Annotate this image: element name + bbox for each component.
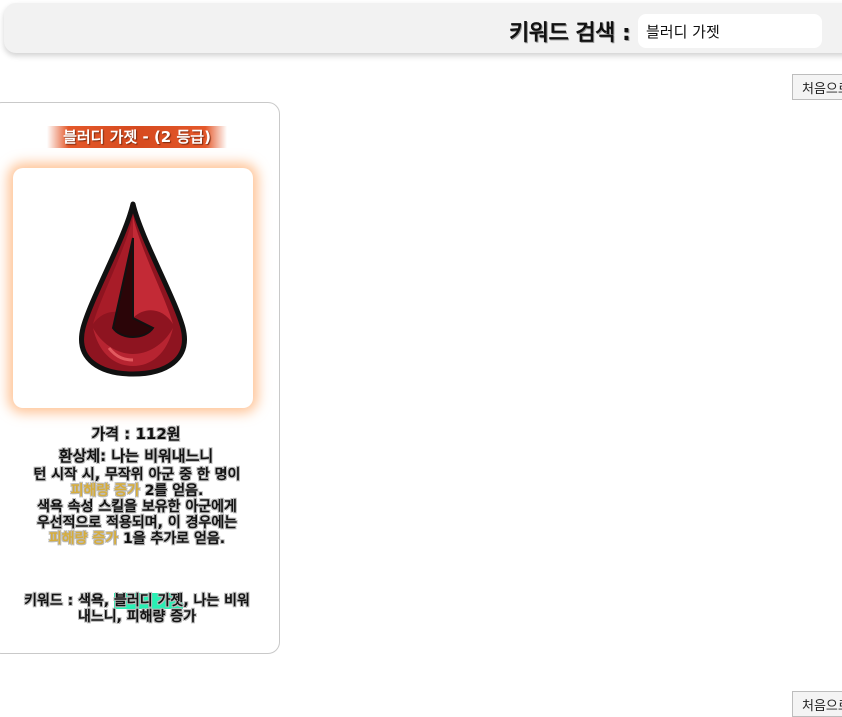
card-price: 가격 : 112원 [91, 425, 181, 443]
desc-text: 2를 얻음. [139, 483, 204, 499]
keyword-highlight-text: 피해량 증가 [48, 531, 119, 547]
desc-line: 턴 시작 시, 무작위 아군 중 한 명이 [33, 467, 241, 483]
to-first-button[interactable]: 처음으로 [792, 74, 842, 100]
desc-line: 피해량 증가 1을 추가로 얻음. [11, 531, 263, 547]
to-first-button-bottom[interactable]: 처음으로 [792, 691, 842, 717]
card-image [13, 168, 253, 408]
card-title: 블러디 가젯 - (2 등급) [47, 126, 227, 148]
desc-line: 피해량 증가 2를 얻음. [11, 483, 263, 499]
search-input[interactable] [638, 14, 822, 48]
desc-line: 색욕 속성 스킬을 보유한 아군에게 [37, 499, 237, 515]
blood-drop-gem-icon [79, 201, 187, 377]
card-keywords: 키워드 : 색욕, 블러디 가젯, 나는 비워내느니, 피해량 증가 [21, 593, 253, 625]
desc-line: 우선적으로 적용되며, 이 경우에는 [36, 515, 238, 531]
card-description: 턴 시작 시, 무작위 아군 중 한 명이 피해량 증가 2를 얻음. 색욕 속… [11, 467, 263, 547]
desc-text: 1을 추가로 얻음. [118, 531, 226, 547]
keywords-prefix: 키워드 : 색욕, [24, 593, 115, 609]
keyword-match-highlight: 블러디 가젯 [114, 593, 184, 609]
keyword-highlight-text: 피해량 증가 [70, 483, 140, 499]
card-owner: 환상체: 나는 비워내느니 [58, 447, 214, 465]
search-label: 키워드 검색 : [509, 21, 631, 46]
search-header: 키워드 검색 : [4, 3, 842, 53]
item-card: 블러디 가젯 - (2 등급) 가격 : 112원 환상체: 나는 비워내느니 … [0, 102, 280, 654]
